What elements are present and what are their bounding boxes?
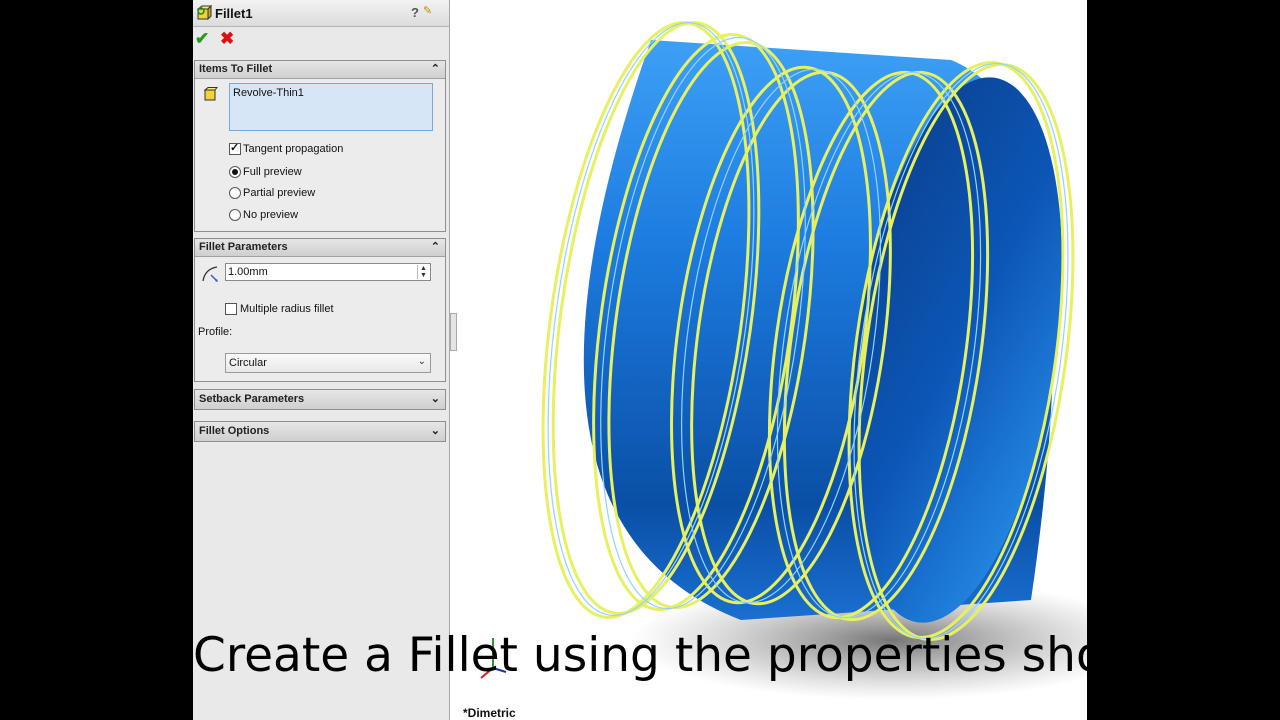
- setback-parameters-group: Setback Parameters ⌄: [194, 389, 446, 410]
- fillet-options-title: Fillet Options: [199, 425, 270, 437]
- profile-label: Profile:: [198, 326, 233, 338]
- items-selection-box[interactable]: Revolve-Thin1: [229, 83, 433, 131]
- radius-value[interactable]: 1.00mm: [228, 266, 268, 278]
- fillet-options-header[interactable]: Fillet Options ⌄: [195, 422, 445, 441]
- graphics-viewport[interactable]: *Dimetric: [451, 0, 1087, 720]
- chevron-down-icon[interactable]: ⌄: [431, 424, 440, 437]
- fillet-parameters-group: Fillet Parameters ⌃ 1.00mm ▲ ▼ Multiple r…: [194, 238, 446, 382]
- view-orientation-label: *Dimetric: [463, 706, 516, 720]
- fillet-property-manager: Fillet1 ? ✎ ✔ ✖ Items To Fillet ⌃ Revolv…: [193, 0, 450, 720]
- chevron-down-icon[interactable]: ⌄: [418, 356, 426, 367]
- items-to-fillet-group: Items To Fillet ⌃ Revolve-Thin1 Tangent …: [194, 60, 446, 232]
- fillet-feature-icon: [197, 5, 212, 20]
- setback-parameters-header[interactable]: Setback Parameters ⌄: [195, 390, 445, 409]
- chevron-up-icon[interactable]: ⌃: [431, 62, 440, 75]
- full-preview-label: Full preview: [243, 166, 302, 178]
- model-view[interactable]: [451, 0, 1087, 720]
- cancel-x-icon[interactable]: ✖: [220, 29, 234, 49]
- profile-dropdown[interactable]: Circular ⌄: [225, 353, 431, 373]
- no-preview-label: No preview: [243, 209, 299, 221]
- chevron-up-icon[interactable]: ⌃: [431, 240, 440, 253]
- tangent-propagation-checkbox[interactable]: [229, 141, 241, 155]
- feature-title: Fillet1: [215, 6, 253, 21]
- pushpin-icon[interactable]: ✎: [423, 4, 432, 17]
- partial-preview-radio[interactable]: [229, 187, 241, 199]
- fillet-parameters-title: Fillet Parameters: [199, 241, 288, 253]
- partial-preview-label: Partial preview: [243, 187, 316, 199]
- multiple-radius-label: Multiple radius fillet: [240, 303, 334, 315]
- radius-icon: [202, 266, 218, 282]
- full-preview-radio[interactable]: [229, 166, 241, 178]
- edges-faces-icon: [204, 87, 218, 101]
- property-manager-header: Fillet1 ? ✎: [193, 0, 449, 27]
- items-to-fillet-header[interactable]: Items To Fillet ⌃: [195, 61, 445, 79]
- no-preview-radio[interactable]: [229, 209, 241, 221]
- selected-item[interactable]: Revolve-Thin1: [233, 87, 304, 99]
- multiple-radius-checkbox[interactable]: [225, 303, 237, 315]
- solidworks-screen: *Dimetric Fillet1 ? ✎ ✔ ✖ Items To Fille…: [193, 0, 1087, 720]
- fillet-parameters-header[interactable]: Fillet Parameters ⌃: [195, 239, 445, 257]
- radius-input[interactable]: 1.00mm ▲ ▼: [225, 263, 431, 281]
- fillet-options-group: Fillet Options ⌄: [194, 421, 446, 442]
- radius-spinner[interactable]: ▲ ▼: [417, 265, 429, 279]
- items-to-fillet-title: Items To Fillet: [199, 63, 273, 75]
- help-icon[interactable]: ?: [411, 5, 419, 20]
- chevron-down-icon[interactable]: ⌄: [431, 392, 440, 405]
- tutorial-caption: Create a Fillet using the properties sho…: [193, 628, 1087, 683]
- panel-collapse-handle[interactable]: [450, 313, 457, 351]
- ok-check-icon[interactable]: ✔: [195, 29, 209, 49]
- setback-parameters-title: Setback Parameters: [199, 393, 305, 405]
- profile-value: Circular: [229, 357, 267, 369]
- tangent-propagation-label: Tangent propagation: [243, 143, 344, 155]
